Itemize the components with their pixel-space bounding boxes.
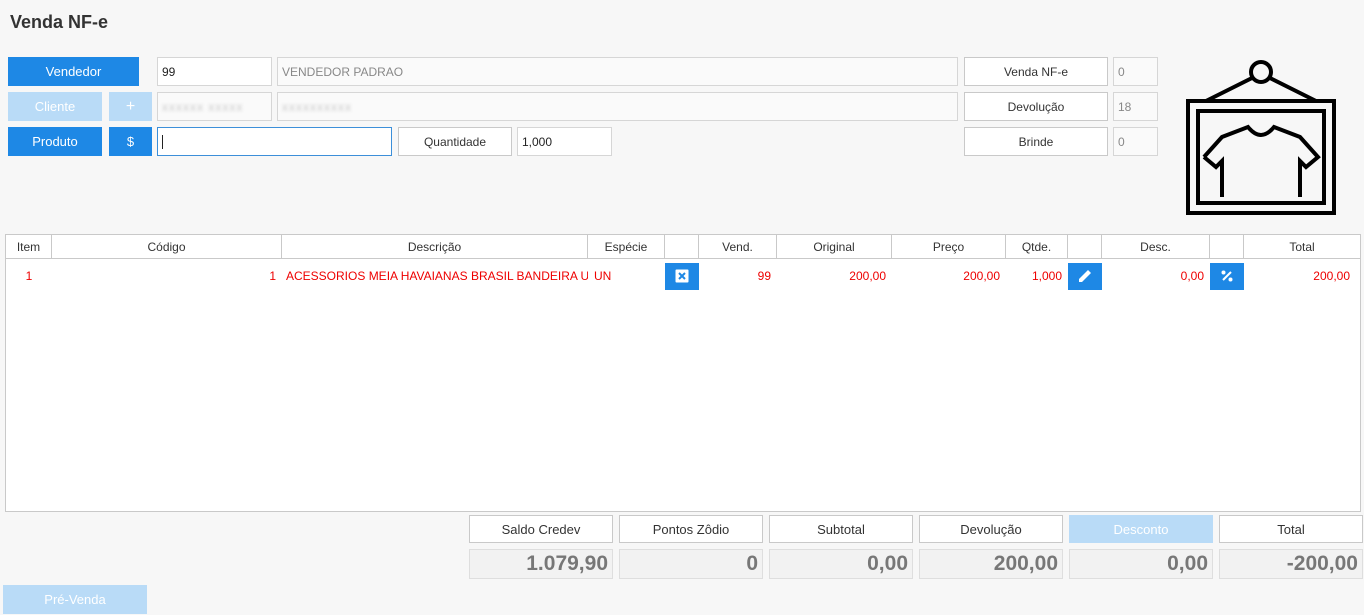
devolucao-count: 18 [1113, 92, 1158, 121]
subtotal-label: Subtotal [769, 515, 913, 543]
venda-nfe-button[interactable]: Venda NF-e [964, 57, 1108, 86]
pre-venda-button[interactable]: Pré-Venda [3, 585, 147, 614]
brinde-count: 0 [1113, 127, 1158, 156]
quantidade-field[interactable]: 1,000 [517, 127, 612, 156]
cell-discount [1210, 259, 1244, 293]
cell-descricao: ACESSORIOS MEIA HAVAIANAS BRASIL BANDEIR… [286, 269, 588, 283]
cell-original: 200,00 [849, 269, 886, 283]
cliente-name-field: xxxxxxxxxx [277, 92, 958, 121]
produto-button[interactable]: Produto [8, 127, 102, 156]
desconto-value: 0,00 [1069, 549, 1213, 579]
total-value: -200,00 [1219, 549, 1363, 579]
close-box-icon [675, 269, 689, 283]
vendedor-button[interactable]: Vendedor [8, 57, 139, 86]
pencil-icon [1079, 270, 1091, 282]
devolucao-button[interactable]: Devolução [964, 92, 1108, 121]
page-title: Venda NF-e [10, 12, 109, 32]
price-lookup-button[interactable]: $ [109, 127, 152, 156]
saldo-credev-label: Saldo Credev [469, 515, 613, 543]
brinde-button[interactable]: Brinde [964, 127, 1108, 156]
vendedor-name-field: VENDEDOR PADRAO [277, 57, 958, 86]
col-qtde[interactable]: Qtde. [1006, 235, 1068, 258]
col-remove [665, 235, 699, 258]
col-total[interactable]: Total [1244, 235, 1360, 258]
desconto-button[interactable]: Desconto [1069, 515, 1213, 543]
pontos-zodio-label: Pontos Zôdio [619, 515, 763, 543]
add-cliente-button[interactable]: + [109, 92, 152, 121]
col-original[interactable]: Original [777, 235, 892, 258]
cell-qtde: 1,000 [1031, 269, 1062, 283]
cell-preco: 200,00 [963, 269, 1000, 283]
total-label: Total [1219, 515, 1363, 543]
table-header: Item Código Descrição Espécie Vend. Orig… [6, 235, 1360, 259]
col-discount [1210, 235, 1244, 258]
col-item[interactable]: Item [6, 235, 52, 258]
cell-total: 200,00 [1313, 269, 1350, 283]
quantidade-label: Quantidade [398, 127, 512, 156]
col-desc[interactable]: Desc. [1102, 235, 1210, 258]
cell-especie: UN [594, 269, 612, 283]
cell-edit [1068, 259, 1102, 293]
cell-item: 1 [25, 269, 33, 283]
cliente-code-field[interactable]: xxxxxx xxxxx [157, 92, 272, 121]
items-table: Item Código Descrição Espécie Vend. Orig… [5, 234, 1361, 512]
col-edit [1068, 235, 1102, 258]
col-descricao[interactable]: Descrição [282, 235, 588, 258]
col-codigo[interactable]: Código [52, 235, 282, 258]
shirt-frame-icon [1186, 60, 1336, 215]
cliente-button[interactable]: Cliente [8, 92, 102, 121]
cell-desc: 0,00 [1180, 269, 1204, 283]
cell-vend: 99 [757, 269, 771, 283]
devolucao-total-label: Devolução [919, 515, 1063, 543]
vendedor-code-field[interactable]: 99 [157, 57, 272, 86]
col-preco[interactable]: Preço [892, 235, 1006, 258]
percent-icon [1221, 270, 1233, 282]
remove-item-button[interactable] [665, 262, 699, 290]
subtotal-value: 0,00 [769, 549, 913, 579]
col-vend[interactable]: Vend. [699, 235, 777, 258]
cell-remove [665, 259, 699, 293]
produto-input[interactable] [157, 127, 392, 156]
edit-item-button[interactable] [1068, 262, 1102, 290]
cell-codigo: 1 [269, 269, 276, 283]
pontos-zodio-value: 0 [619, 549, 763, 579]
saldo-credev-value: 1.079,90 [469, 549, 613, 579]
cliente-name-text: xxxxxxxxxx [282, 99, 352, 114]
discount-item-button[interactable] [1210, 262, 1244, 290]
col-especie[interactable]: Espécie [588, 235, 665, 258]
devolucao-total-value: 200,00 [919, 549, 1063, 579]
table-row[interactable]: 1 1 ACESSORIOS MEIA HAVAIANAS BRASIL BAN… [6, 259, 1360, 293]
venda-nfe-count: 0 [1113, 57, 1158, 86]
text-caret [162, 134, 163, 149]
cliente-code-text: xxxxxx xxxxx [162, 99, 244, 114]
